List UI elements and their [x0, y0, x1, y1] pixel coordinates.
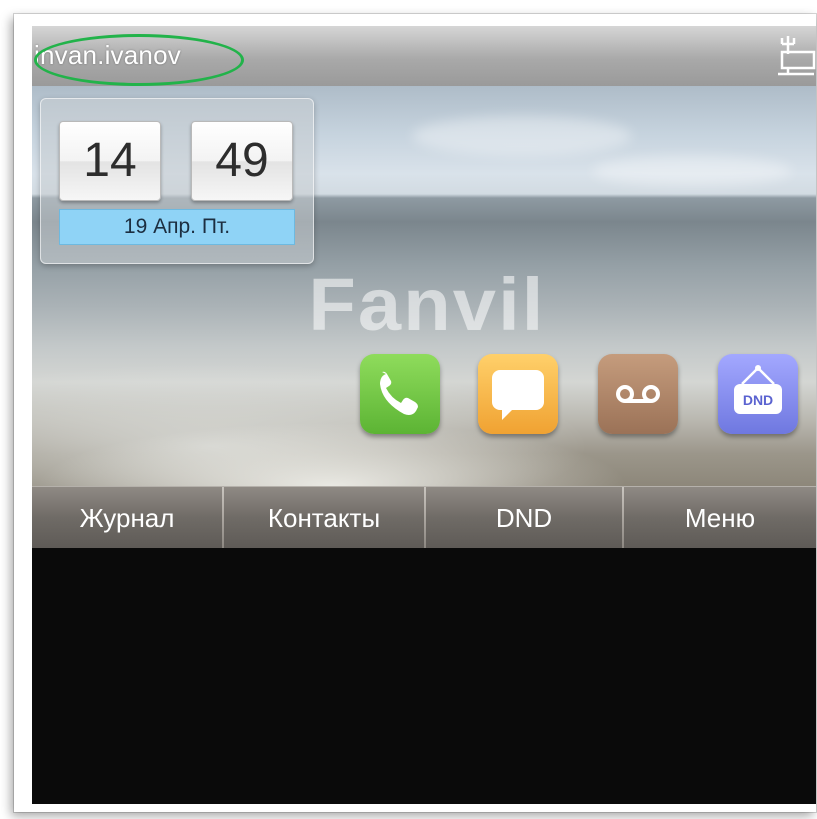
- brand-watermark: Fanvil: [308, 263, 546, 346]
- dnd-icon: DND: [734, 365, 782, 414]
- clock-hours: 14: [59, 121, 161, 201]
- clock-date: 19 Апр. Пт.: [59, 209, 295, 245]
- softkey-bar: Журнал Контакты DND Меню: [32, 486, 816, 549]
- dnd-app-button[interactable]: DND: [718, 354, 798, 434]
- ethernet-network-icon: [778, 36, 816, 76]
- phone-display-frame: invan.ivanov Fanvil 14 49 19 Апр. Пт. DN…: [14, 14, 816, 812]
- wallpaper: Fanvil 14 49 19 Апр. Пт. DND: [32, 86, 816, 486]
- phone-app-button[interactable]: [360, 354, 440, 434]
- softkey-contacts-button[interactable]: Контакты: [224, 487, 424, 549]
- cloud: [412, 116, 632, 156]
- clock-minutes: 49: [191, 121, 293, 201]
- voicemail-app-button[interactable]: [598, 354, 678, 434]
- messages-app-button[interactable]: [478, 354, 558, 434]
- status-bar: invan.ivanov: [32, 26, 816, 87]
- softkey-menu-button[interactable]: Меню: [624, 487, 816, 549]
- account-highlight-ellipse: [34, 34, 244, 86]
- voicemail-icon: [616, 385, 660, 403]
- softkey-dnd-button[interactable]: DND: [426, 487, 622, 549]
- phone-icon: [380, 371, 418, 415]
- message-icon: [492, 370, 544, 420]
- dnd-icon-label: DND: [743, 392, 773, 408]
- clock-widget[interactable]: 14 49 19 Апр. Пт.: [40, 98, 314, 264]
- empty-display-area: [32, 548, 816, 804]
- phone-screen: invan.ivanov Fanvil 14 49 19 Апр. Пт. DN…: [32, 26, 816, 804]
- cloud: [592, 156, 792, 186]
- softkey-history-button[interactable]: Журнал: [32, 487, 222, 549]
